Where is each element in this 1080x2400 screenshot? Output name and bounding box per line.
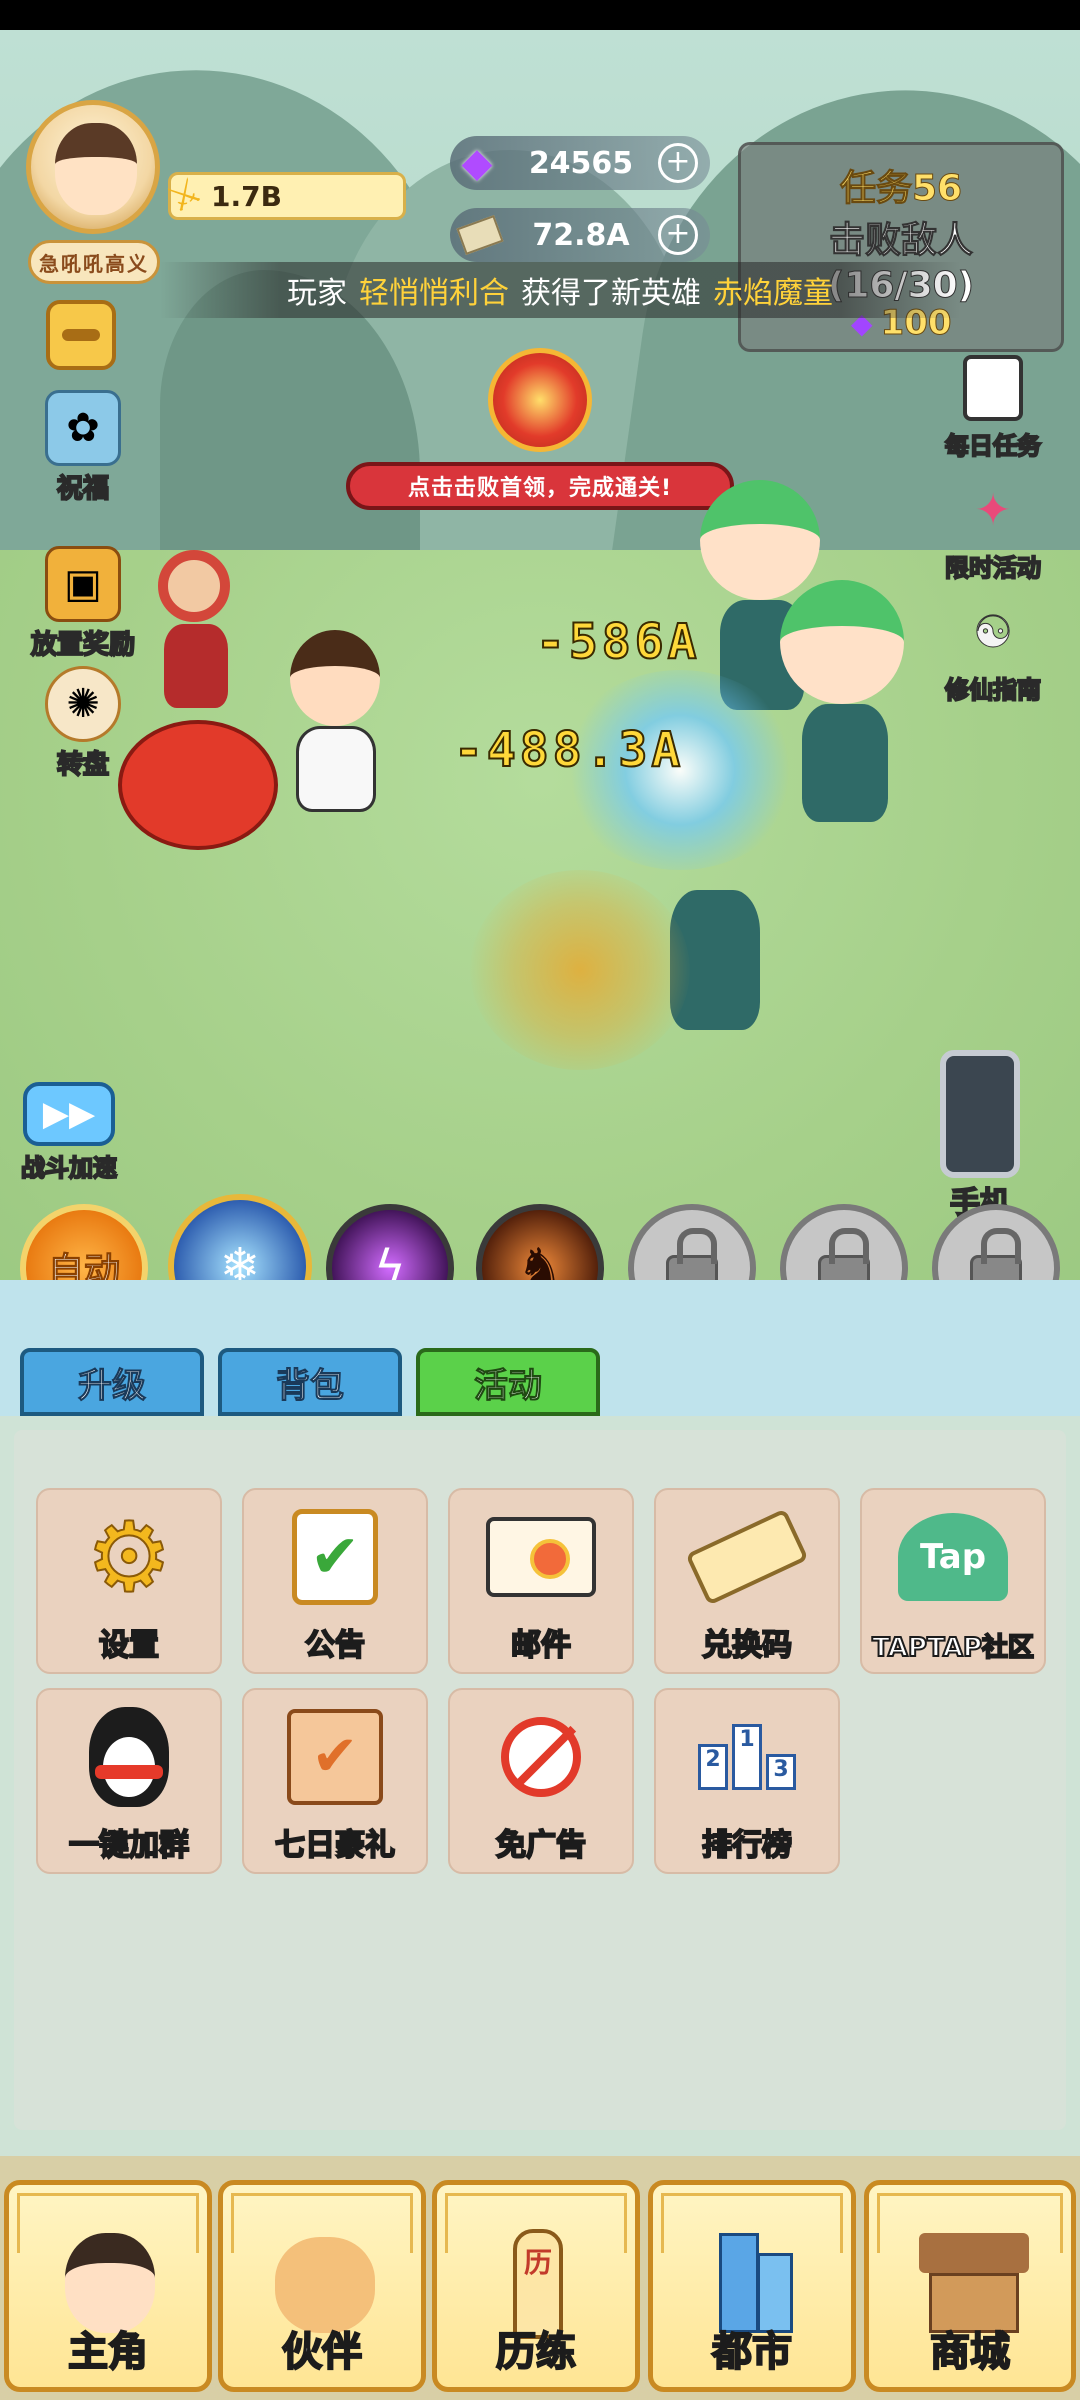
fox-partner-character [120, 520, 260, 720]
taptap-label: TAPTAP社区 [871, 1632, 1035, 1664]
daily-task-label: 每日任务 [944, 431, 1042, 461]
gem-value: 24565 [528, 145, 634, 181]
mail-label: 邮件 [510, 1627, 572, 1664]
blessing-button[interactable]: ✿ 祝福 [18, 390, 148, 505]
no-ads-icon [486, 1702, 596, 1812]
gear-icon: ⚙ [85, 1500, 173, 1614]
mail-tile[interactable]: 邮件 [448, 1488, 634, 1674]
broadcast-hero-name: 赤焰魔童 [713, 276, 833, 311]
notice-label: 公告 [304, 1627, 366, 1664]
menu-panel: 升级 背包 活动 ⚙ 设置 ✔ 公告 邮件 兑换码 Tap TAPTAP社区 一… [0, 1280, 1080, 2160]
seven-day-gift-tile[interactable]: ✔ 七日豪礼 [242, 1688, 428, 1874]
nav-partner[interactable]: 伙伴 [218, 2180, 426, 2392]
wheel-icon: ✺ [45, 666, 121, 742]
nav-training[interactable]: 历 历练 [432, 2180, 640, 2392]
nav-hero[interactable]: 主角 [4, 2180, 212, 2392]
limited-event-label: 限时活动 [944, 553, 1042, 583]
taptap-icon: Tap [898, 1502, 1008, 1612]
cultivation-guide-label: 修仙指南 [944, 675, 1042, 705]
quest-description: 击败敌人 [828, 220, 973, 262]
gem-icon: ◆ [461, 140, 493, 186]
cash-icon [456, 215, 504, 255]
nav-hero-label: 主角 [67, 2328, 149, 2376]
cultivation-guide-icon: ☯ [973, 606, 1013, 658]
redeem-code-label: 兑换码 [701, 1627, 793, 1664]
gem-currency: ◆ 24565 + [450, 136, 710, 190]
tab-upgrade[interactable]: 升级 [20, 1348, 204, 1416]
coin-burst-effect [470, 870, 690, 1070]
leaderboard-tile[interactable]: 213 排行榜 [654, 1688, 840, 1874]
broadcast-middle: 获得了新英雄 [521, 276, 701, 311]
player-avatar[interactable] [26, 100, 160, 234]
tab-activity[interactable]: 活动 [416, 1348, 600, 1416]
combat-power-value: 1.7B [211, 179, 282, 213]
blessing-icon: ✿ [45, 390, 121, 466]
phone-icon [940, 1050, 1020, 1178]
cash-currency: 72.8A + [450, 208, 710, 262]
nav-shop-label: 商城 [929, 2328, 1011, 2376]
settings-tile[interactable]: ⚙ 设置 [36, 1488, 222, 1674]
bottom-navigation: 主角 伙伴 历 历练 都市 商城 [0, 2156, 1080, 2400]
battle-speed-button[interactable]: ▶▶ 战斗加速 [14, 1082, 124, 1183]
cultivation-guide-button[interactable]: ☯ 修仙指南 [918, 594, 1068, 705]
boss-banner[interactable]: 点击击败首领，完成通关! [346, 462, 734, 510]
taptap-badge: Tap [898, 1513, 1008, 1601]
nav-partner-label: 伙伴 [281, 2328, 363, 2376]
join-group-label: 一键加群 [68, 1827, 190, 1864]
nav-city[interactable]: 都市 [648, 2180, 856, 2392]
damage-number: -586A [535, 613, 701, 671]
add-gems-button[interactable]: + [658, 143, 698, 183]
notice-clipboard-icon: ✔ [280, 1502, 390, 1612]
quest-panel[interactable]: 任务56 击败敌人 (16/30) ◆ 100 [738, 142, 1064, 352]
collapse-menu-button[interactable] [46, 300, 116, 370]
no-ads-tile[interactable]: 免广告 [448, 1688, 634, 1874]
join-group-tile[interactable]: 一键加群 [36, 1688, 222, 1874]
quest-title: 任务56 [839, 168, 963, 210]
nav-city-label: 都市 [711, 2328, 793, 2376]
nav-training-label: 历练 [495, 2328, 577, 2376]
seven-day-gift-label: 七日豪礼 [274, 1827, 396, 1864]
nav-shop[interactable]: 商城 [864, 2180, 1076, 2392]
red-crab-pet [118, 700, 278, 860]
broadcast-player-name: 轻悄悄利合 [359, 276, 509, 311]
settings-label: 设置 [98, 1627, 160, 1664]
tab-strip: 升级 背包 活动 [0, 1280, 1080, 1416]
fast-forward-icon: ▶▶ [23, 1082, 115, 1146]
daily-task-button[interactable]: 每日任务 [918, 350, 1068, 461]
redeem-code-tile[interactable]: 兑换码 [654, 1488, 840, 1674]
qq-penguin-icon [74, 1702, 184, 1812]
scroll-checklist-icon: ✔ [280, 1702, 390, 1812]
broadcast-marquee: 玩家 轻悄悄利合 获得了新英雄 赤焰魔童 [160, 262, 960, 318]
system-status-bar [0, 0, 1080, 30]
player-hero-character [270, 590, 400, 840]
idle-reward-chest-icon: ▣ [45, 546, 121, 622]
tab-bag[interactable]: 背包 [218, 1348, 402, 1416]
minus-icon [62, 329, 100, 341]
broadcast-prefix: 玩家 [287, 276, 347, 311]
ticket-icon [685, 1502, 809, 1612]
battle-speed-label: 战斗加速 [20, 1153, 118, 1183]
player-nickname: 急吼吼高义 [28, 240, 160, 284]
combat-power: ⚔ 1.7B [161, 170, 406, 221]
daily-task-icon [955, 350, 1031, 426]
mail-envelope-icon [486, 1502, 596, 1612]
limited-event-icon: ✦ [974, 484, 1012, 536]
taptap-tile[interactable]: Tap TAPTAP社区 [860, 1488, 1046, 1674]
blessing-label: 祝福 [56, 473, 110, 505]
limited-event-button[interactable]: ✦ 限时活动 [918, 472, 1068, 584]
avatar-face-icon [55, 123, 137, 215]
leaderboard-label: 排行榜 [701, 1827, 793, 1864]
cash-value: 72.8A [532, 217, 630, 253]
add-cash-button[interactable]: + [658, 215, 698, 255]
battle-scene[interactable]: 急吼吼高义 ⚔ 1.7B ◆ 24565 + 72.8A + 任务56 击败敌人… [0, 30, 1080, 1280]
no-ads-label: 免广告 [495, 1827, 587, 1864]
boss-challenge-icon[interactable] [488, 348, 592, 452]
damage-number: -488.3A [453, 721, 685, 779]
leaderboard-icon: 213 [692, 1702, 802, 1812]
notice-tile[interactable]: ✔ 公告 [242, 1488, 428, 1674]
